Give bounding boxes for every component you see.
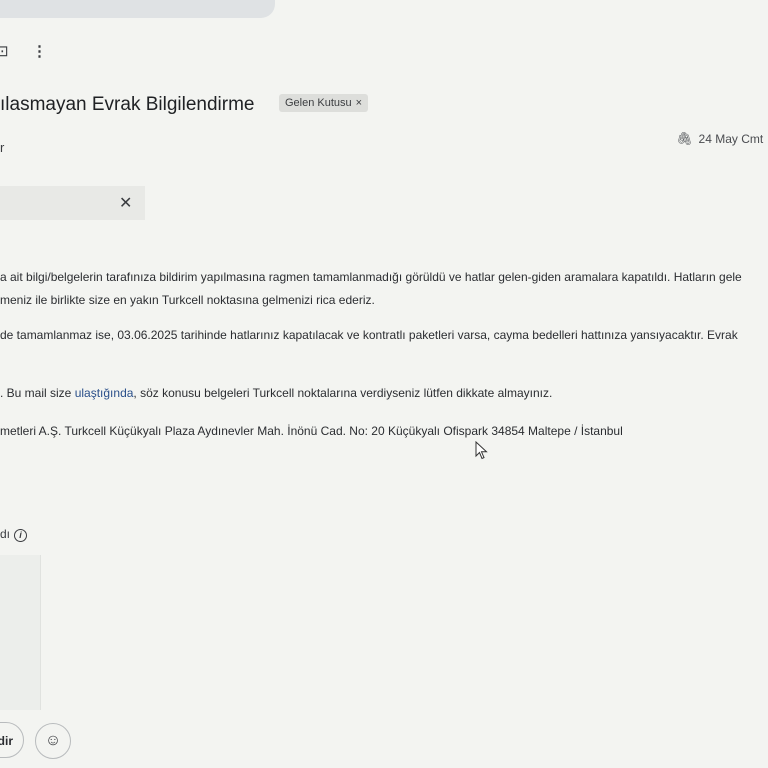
label-icon[interactable]: ⊡ bbox=[0, 42, 9, 60]
body-text-segment: , söz konusu belgeleri Turkcell noktalar… bbox=[133, 386, 553, 400]
paperclip-icon: 🖇 bbox=[676, 131, 693, 146]
emoji-icon[interactable]: ☺ bbox=[35, 723, 71, 759]
close-icon[interactable]: ✕ bbox=[119, 193, 132, 213]
email-date: 24 May Cmt bbox=[698, 132, 764, 146]
mouse-cursor-icon bbox=[475, 441, 488, 460]
remove-label-icon[interactable]: × bbox=[356, 97, 362, 109]
body-text-segment: . Bu mail size bbox=[0, 386, 75, 400]
label-chip-text: Gelen Kutusu bbox=[285, 97, 352, 109]
body-line: meniz ile birlikte size en yakın Turkcel… bbox=[0, 293, 375, 307]
email-meta: 🖇 24 May Cmt bbox=[676, 131, 763, 147]
body-link[interactable]: ulaştığında bbox=[75, 386, 134, 400]
sender-name: r bbox=[0, 140, 5, 155]
body-line: . Bu mail size ulaştığında, söz konusu b… bbox=[0, 386, 552, 400]
search-bar-edge[interactable] bbox=[0, 0, 275, 18]
side-panel bbox=[0, 555, 41, 710]
body-line: a ait bilgi/belgelerin tarafınıza bildir… bbox=[0, 270, 742, 284]
footer-text: dı bbox=[0, 527, 11, 541]
body-line: de tamamlanmaz ise, 03.06.2025 tarihinde… bbox=[0, 328, 738, 342]
address-line: metleri A.Ş. Turkcell Küçükyalı Plaza Ay… bbox=[0, 424, 623, 438]
label-chip-inbox[interactable]: Gelen Kutusu × bbox=[279, 94, 369, 112]
footer-note: dı i bbox=[0, 527, 28, 542]
forward-button[interactable]: dir bbox=[0, 722, 24, 758]
info-icon[interactable]: i bbox=[14, 529, 28, 542]
email-subject: ılasmayan Evrak Bilgilendirme bbox=[0, 94, 255, 115]
more-vert-icon[interactable]: ⋮ bbox=[32, 42, 47, 60]
